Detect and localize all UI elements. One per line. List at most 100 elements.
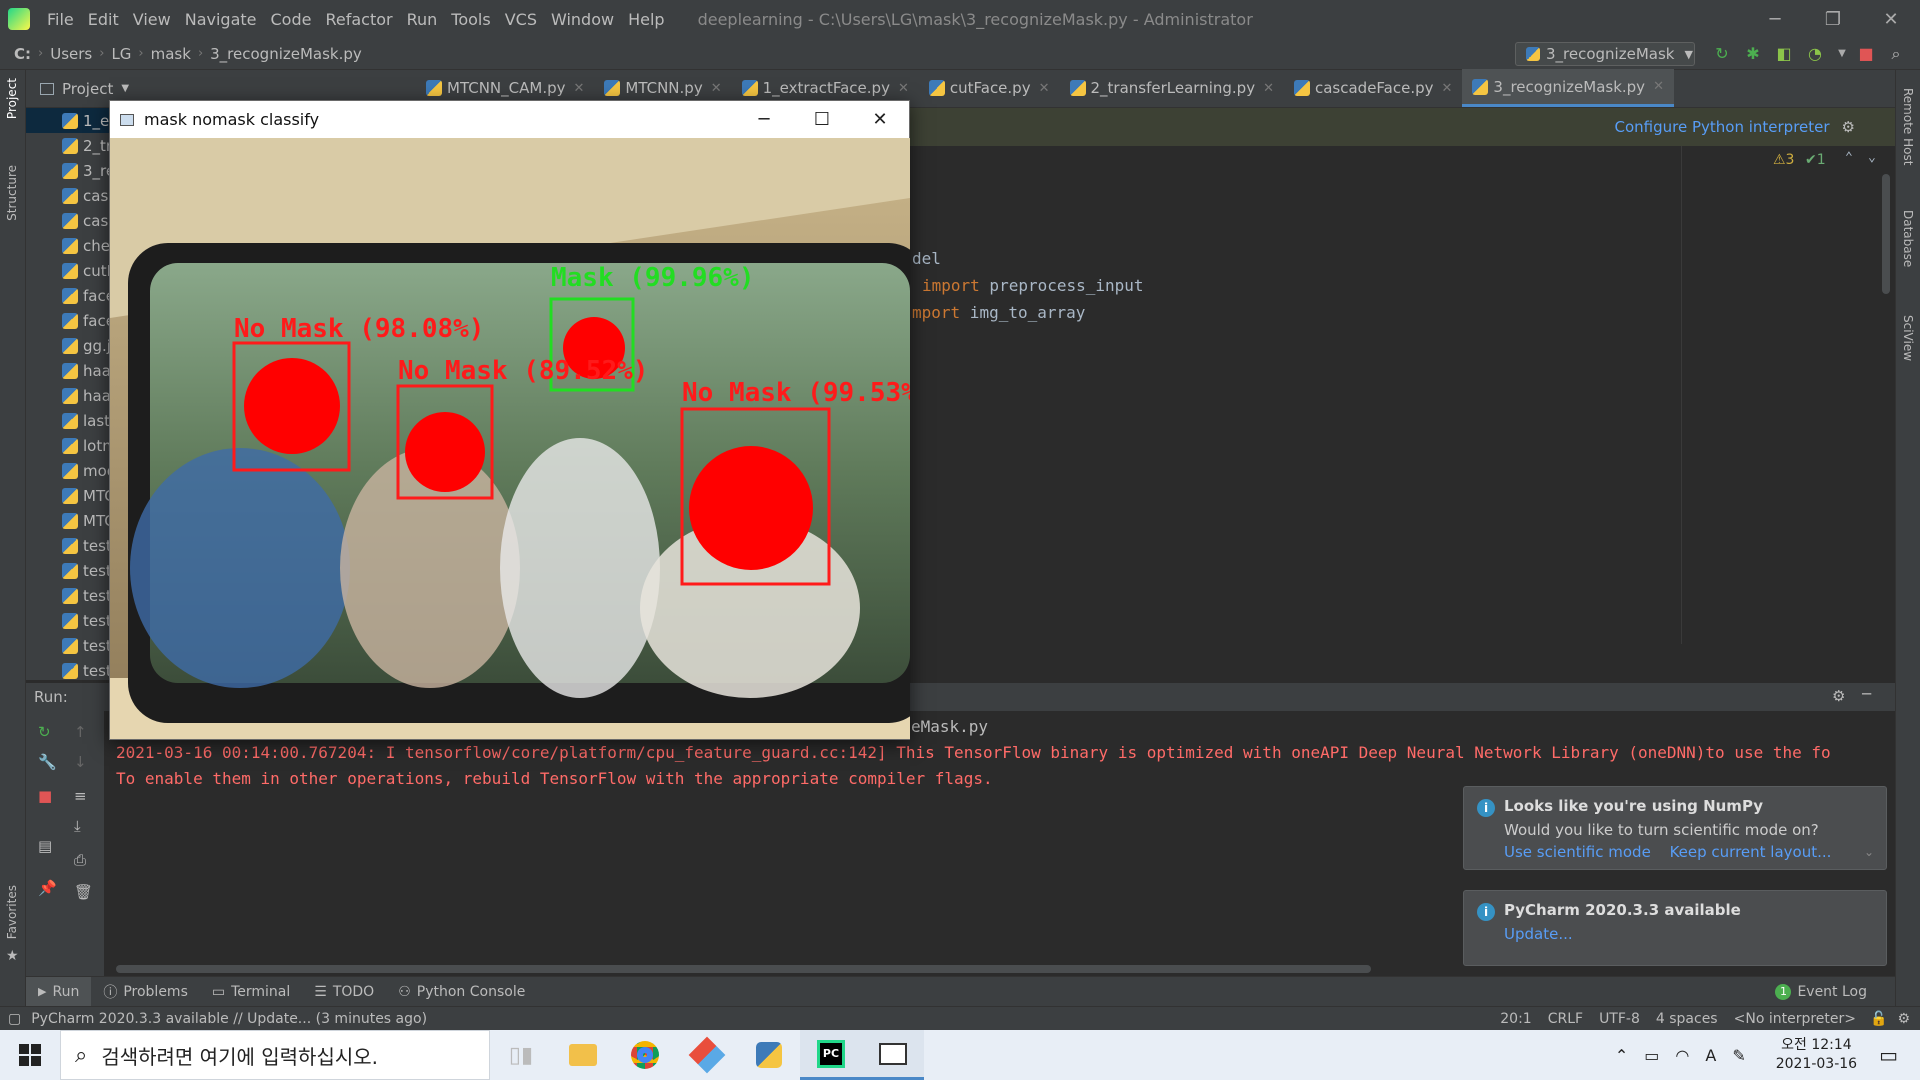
tab-problems[interactable]: ⓘ Problems — [91, 982, 200, 1002]
chrome-icon[interactable] — [614, 1030, 676, 1080]
gear-icon[interactable]: ⚙ — [1842, 118, 1855, 136]
windows-start-icon[interactable] — [0, 1044, 60, 1066]
opencv-window[interactable]: mask nomask classify ─ ☐ ✕ No Mask (98.0… — [109, 100, 910, 740]
stop-icon[interactable]: ■ — [1856, 44, 1876, 64]
close-tab-icon[interactable]: ✕ — [711, 81, 722, 96]
close-tab-icon[interactable]: ✕ — [573, 81, 584, 96]
minimize-panel-icon[interactable]: ─ — [1862, 685, 1871, 703]
status-message[interactable]: PyCharm 2020.3.3 available // Update... … — [31, 1011, 427, 1027]
close-button[interactable]: ✕ — [851, 109, 909, 130]
scroll-to-end-icon[interactable]: ⤓ — [74, 817, 81, 835]
menu-vcs[interactable]: VCS — [498, 10, 544, 29]
use-scientific-mode-link[interactable]: Use scientific mode — [1504, 843, 1651, 861]
menu-help[interactable]: Help — [621, 10, 671, 29]
clock[interactable]: 오전 12:14 2021-03-16 — [1776, 1036, 1857, 1074]
breadcrumb-lg[interactable]: LG — [107, 45, 135, 63]
chevron-up-icon[interactable]: ⌃ — [1845, 150, 1853, 165]
console-horizontal-scrollbar[interactable] — [116, 965, 1371, 973]
run-configuration-select[interactable]: 3_recognizeMask ▼ — [1515, 42, 1695, 66]
chevron-down-icon[interactable]: ⌄ — [1868, 150, 1876, 165]
pycharm-taskbar-icon[interactable]: PC — [800, 1030, 862, 1080]
profile-icon[interactable]: ◔ — [1805, 44, 1825, 64]
close-tab-icon[interactable]: ✕ — [1442, 81, 1453, 96]
menu-view[interactable]: View — [126, 10, 178, 29]
indent-setting[interactable]: 4 spaces — [1656, 1011, 1718, 1027]
close-tab-icon[interactable]: ✕ — [1653, 79, 1664, 94]
menu-tools[interactable]: Tools — [444, 10, 497, 29]
tab-python-console[interactable]: ⚇ Python Console — [386, 984, 537, 1000]
debug-icon[interactable]: ✱ — [1743, 44, 1763, 64]
taskbar-search-box[interactable]: ⌕ 검색하려면 여기에 입력하십시오. — [60, 1030, 490, 1080]
minimize-button[interactable]: ─ — [1746, 9, 1804, 30]
notification-center-icon[interactable]: ▭ — [1879, 1043, 1898, 1067]
menu-navigate[interactable]: Navigate — [178, 10, 264, 29]
arrow-up-icon[interactable]: ↑ — [74, 723, 87, 741]
chevron-up-icon[interactable]: ⌃ — [1615, 1046, 1628, 1065]
tab-terminal[interactable]: ▭ Terminal — [200, 984, 302, 1000]
lock-icon[interactable]: 🔓 — [1870, 1011, 1887, 1027]
close-tab-icon[interactable]: ✕ — [1263, 81, 1274, 96]
pin-icon[interactable]: 📌 — [38, 879, 57, 897]
python-app-icon[interactable] — [738, 1030, 800, 1080]
event-log-button[interactable]: 1 Event Log — [1763, 983, 1879, 1000]
editor-tab[interactable]: cutFace.py ✕ — [919, 69, 1060, 107]
editor-tab[interactable]: 2_transferLearning.py ✕ — [1060, 69, 1284, 107]
battery-icon[interactable]: ▭ — [1644, 1046, 1659, 1065]
tab-run[interactable]: ▶ Run — [26, 976, 92, 1007]
status-window-icon[interactable]: ▢ — [8, 1011, 21, 1027]
coverage-icon[interactable]: ◧ — [1774, 44, 1794, 64]
close-tab-icon[interactable]: ✕ — [1039, 81, 1050, 96]
remote-host-tool-tab[interactable]: Remote Host — [1901, 88, 1915, 165]
warning-count[interactable]: ⚠3 — [1773, 152, 1794, 168]
minimize-button[interactable]: ─ — [735, 109, 793, 130]
inspector-icon[interactable]: ⚙ — [1897, 1011, 1910, 1027]
breadcrumb-file[interactable]: 3_recognizeMask.py — [206, 45, 366, 63]
gear-icon[interactable]: ⚙ — [1832, 687, 1845, 705]
configure-interpreter-link[interactable]: Configure Python interpreter — [1615, 118, 1830, 136]
line-separator[interactable]: CRLF — [1548, 1011, 1583, 1027]
task-view-icon[interactable]: ▯▮ — [490, 1030, 552, 1080]
interpreter-status[interactable]: <No interpreter> — [1734, 1011, 1856, 1027]
chevron-down-icon[interactable]: ▼ — [121, 83, 129, 94]
soft-wrap-icon[interactable]: ≡ — [74, 787, 87, 805]
caret-position[interactable]: 20:1 — [1500, 1011, 1531, 1027]
database-tool-tab[interactable]: Database — [1901, 210, 1915, 267]
wifi-icon[interactable]: ◠ — [1675, 1046, 1689, 1065]
more-run-options-icon[interactable]: ▼ — [1832, 44, 1852, 64]
menu-run[interactable]: Run — [400, 10, 445, 29]
check-count[interactable]: ✔1 — [1805, 152, 1826, 168]
editor-scrollbar[interactable] — [1882, 174, 1890, 294]
menu-edit[interactable]: Edit — [81, 10, 126, 29]
layout-icon[interactable]: ▤ — [38, 837, 52, 855]
breadcrumb-mask[interactable]: mask — [147, 45, 195, 63]
trash-icon[interactable]: 🗑 — [74, 883, 93, 901]
git-client-icon[interactable] — [676, 1030, 738, 1080]
project-tool-tab[interactable]: Project — [5, 78, 19, 119]
structure-tool-tab[interactable]: Structure — [5, 165, 19, 221]
ime-icon[interactable]: A — [1705, 1046, 1716, 1065]
rerun-icon[interactable]: ↻ — [38, 723, 51, 741]
close-button[interactable]: ✕ — [1862, 9, 1920, 30]
maximize-button[interactable]: ☐ — [793, 109, 851, 130]
menu-window[interactable]: Window — [544, 10, 621, 29]
chevron-down-icon[interactable]: ⌄ — [1864, 845, 1874, 859]
menu-file[interactable]: File — [40, 10, 81, 29]
project-panel-title[interactable]: Project — [62, 80, 113, 98]
menu-refactor[interactable]: Refactor — [318, 10, 399, 29]
favorites-tool-tab[interactable]: Favorites — [5, 885, 19, 939]
file-explorer-icon[interactable] — [552, 1030, 614, 1080]
breadcrumb-drive[interactable]: C: — [10, 45, 35, 63]
arrow-down-icon[interactable]: ↓ — [74, 753, 87, 771]
keep-current-layout-link[interactable]: Keep current layout... — [1670, 843, 1832, 861]
file-encoding[interactable]: UTF-8 — [1599, 1011, 1640, 1027]
breadcrumb-users[interactable]: Users — [46, 45, 96, 63]
pen-icon[interactable]: ✎ — [1732, 1046, 1745, 1065]
editor-tab[interactable]: 3_recognizeMask.py ✕ — [1462, 69, 1674, 107]
editor-tab[interactable]: cascadeFace.py ✕ — [1284, 69, 1462, 107]
opencv-window-taskbar-icon[interactable] — [862, 1030, 924, 1080]
update-link[interactable]: Update... — [1504, 925, 1573, 943]
tab-todo[interactable]: ☰ TODO — [302, 984, 386, 1000]
print-icon[interactable]: ⎙ — [74, 851, 86, 869]
menu-code[interactable]: Code — [264, 10, 319, 29]
stop-icon[interactable]: ■ — [38, 787, 52, 805]
